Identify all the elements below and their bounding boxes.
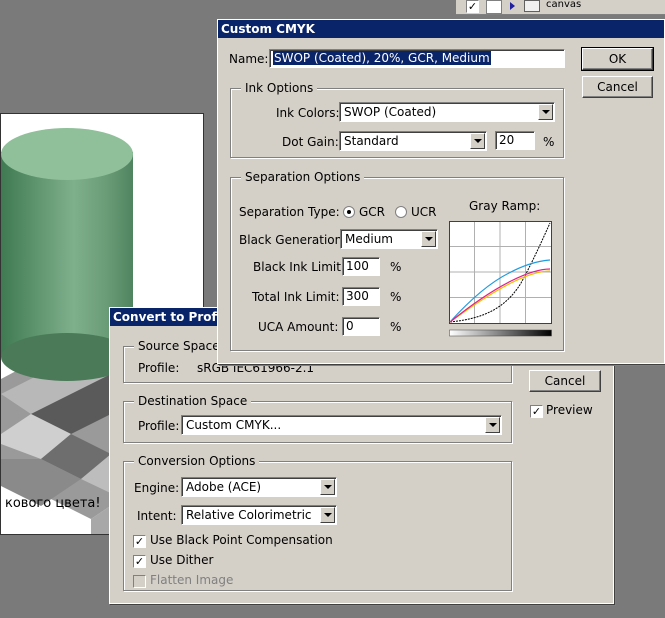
ink-options-group: Ink Options Ink Colors: SWOP (Coated) Do…: [230, 81, 564, 158]
name-label: Name:: [229, 52, 269, 66]
expand-triangle-icon[interactable]: [510, 2, 515, 10]
conversion-options-legend: Conversion Options: [134, 454, 260, 468]
convert-cancel-button[interactable]: Cancel: [529, 370, 601, 392]
chevron-down-icon[interactable]: [470, 133, 485, 149]
ucr-radio[interactable]: [395, 206, 407, 218]
folder-icon: [524, 0, 540, 12]
ink-colors-select[interactable]: SWOP (Coated): [339, 102, 555, 122]
layer-visibility-check[interactable]: ✓: [466, 0, 479, 13]
destination-profile-label: Profile:: [138, 419, 180, 433]
chevron-down-icon[interactable]: [320, 479, 335, 495]
engine-value: Adobe (ACE): [186, 480, 262, 494]
name-value: SWOP (Coated), 20%, GCR, Medium: [273, 51, 491, 65]
destination-profile-select[interactable]: Custom CMYK...: [181, 415, 502, 435]
use-dither-label[interactable]: Use Dither: [150, 553, 213, 567]
uca-percent: %: [390, 320, 402, 334]
use-dither-checkbox[interactable]: ✓: [133, 555, 146, 568]
chevron-down-icon[interactable]: [485, 417, 500, 433]
black-generation-select[interactable]: Medium: [340, 229, 438, 249]
name-input[interactable]: SWOP (Coated), 20%, GCR, Medium: [269, 49, 565, 68]
total-ink-limit-input[interactable]: 300: [342, 287, 380, 306]
dot-gain-label: Dot Gain:: [282, 135, 339, 149]
black-point-label[interactable]: Use Black Point Compensation: [150, 533, 333, 547]
destination-space-group: Destination Space Profile: Custom CMYK..…: [123, 394, 512, 443]
black-ink-limit-input[interactable]: 100: [342, 257, 380, 276]
destination-space-legend: Destination Space: [134, 394, 252, 408]
layer-link-box[interactable]: [486, 0, 502, 14]
engine-label: Engine:: [134, 481, 180, 495]
gcr-label[interactable]: GCR: [359, 205, 385, 219]
dot-gain-value: Standard: [344, 134, 399, 148]
intent-value: Relative Colorimetric: [186, 508, 312, 522]
total-ink-percent: %: [390, 290, 402, 304]
ink-colors-value: SWOP (Coated): [344, 105, 437, 119]
dot-gain-select[interactable]: Standard: [339, 131, 487, 151]
engine-select[interactable]: Adobe (ACE): [181, 477, 337, 497]
gcr-radio[interactable]: [343, 206, 355, 218]
chevron-down-icon[interactable]: [320, 507, 335, 523]
intent-label: Intent:: [137, 509, 177, 523]
gray-ramp-label: Gray Ramp:: [469, 199, 541, 213]
black-ink-percent: %: [390, 260, 402, 274]
dot-gain-amount-input[interactable]: 20: [495, 131, 535, 150]
black-ink-limit-label: Black Ink Limit:: [253, 260, 345, 274]
separation-options-group: Separation Options Separation Type: GCR …: [230, 170, 564, 351]
dot-gain-percent: %: [543, 135, 555, 149]
layer-name: canvas: [546, 0, 582, 10]
document-caption-text: кового цвета!: [5, 496, 101, 511]
flatten-image-label: Flatten Image: [150, 573, 234, 587]
source-space-legend: Source Space: [134, 339, 224, 353]
ucr-label[interactable]: UCR: [411, 205, 437, 219]
conversion-options-group: Conversion Options Engine: Adobe (ACE) I…: [123, 454, 512, 591]
ink-colors-label: Ink Colors:: [276, 106, 340, 120]
cmyk-cancel-button[interactable]: Cancel: [582, 76, 653, 98]
preview-label[interactable]: Preview: [546, 403, 593, 417]
chevron-down-icon[interactable]: [421, 231, 436, 247]
flatten-image-checkbox: [133, 575, 146, 588]
black-generation-value: Medium: [345, 232, 393, 246]
uca-amount-label: UCA Amount:: [258, 320, 339, 334]
custom-cmyk-dialog: Custom CMYK Name: SWOP (Coated), 20%, GC…: [217, 19, 665, 364]
separation-type-label: Separation Type:: [239, 205, 340, 219]
black-generation-label: Black Generation:: [239, 233, 347, 247]
gray-ramp-graph: [449, 221, 552, 337]
black-point-checkbox[interactable]: ✓: [133, 535, 146, 548]
custom-cmyk-titlebar[interactable]: Custom CMYK: [218, 20, 664, 38]
separation-options-legend: Separation Options: [241, 170, 365, 184]
ink-options-legend: Ink Options: [241, 81, 318, 95]
intent-select[interactable]: Relative Colorimetric: [181, 505, 337, 525]
layers-palette-strip: ✓ canvas: [456, 0, 665, 15]
preview-checkbox[interactable]: ✓: [530, 405, 543, 418]
chevron-down-icon[interactable]: [538, 104, 553, 120]
total-ink-limit-label: Total Ink Limit:: [252, 290, 340, 304]
source-profile-label: Profile:: [138, 361, 180, 375]
destination-profile-value: Custom CMYK...: [186, 418, 282, 432]
uca-amount-input[interactable]: 0: [342, 317, 380, 336]
ok-button[interactable]: OK: [581, 47, 654, 71]
